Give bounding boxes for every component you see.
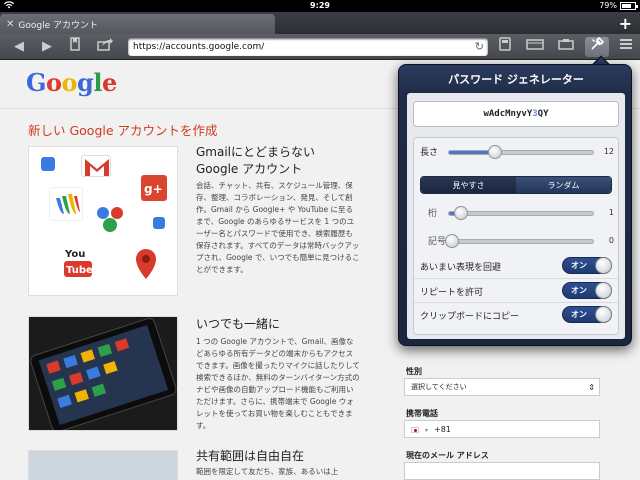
feature-title-2: いつでも一緒に — [196, 317, 281, 331]
reader-icon[interactable] — [494, 37, 516, 57]
feature-title-1: Gmailにとどまらない Google アカウント — [196, 145, 316, 176]
menu-icon[interactable] — [614, 37, 638, 57]
length-value: 12 — [603, 147, 614, 156]
battery-percent: 79% — [599, 1, 617, 10]
generated-password[interactable]: wAdcMnyvY3QY — [413, 101, 619, 127]
tabs-overview-icon[interactable] — [522, 37, 548, 57]
close-tab-icon[interactable]: ✕ — [6, 19, 14, 30]
phone-field[interactable]: ▾ +81 — [404, 420, 600, 438]
battery-indicator: 79% — [599, 1, 638, 10]
gmail-icon — [81, 155, 111, 177]
back-icon[interactable]: ◀ — [8, 37, 30, 57]
symbols-value: 0 — [608, 236, 614, 245]
symbols-slider[interactable] — [445, 234, 594, 248]
gender-label: 性別 — [406, 367, 422, 376]
digits-slider[interactable] — [448, 206, 594, 220]
phone-label: 携帯電話 — [406, 409, 438, 418]
wallet-icon — [49, 187, 83, 221]
gender-select[interactable]: 選択してください ⇕ — [404, 378, 600, 396]
avoid-ambiguous-label: あいまい表現を回避 — [420, 263, 502, 273]
sharing-image — [28, 450, 178, 480]
tab-google-account[interactable]: ✕ Google アカウント — [0, 14, 275, 34]
tools-icon[interactable] — [585, 36, 609, 57]
feature-body-3: 範囲を限定して友だち、家族、あるいは上 — [196, 467, 339, 476]
popover-content: wAdcMnyvY3QY 長さ 12 見やすさ ランダム 桁 1 記号 0 あい… — [407, 93, 625, 339]
address-bar[interactable]: https://accounts.google.com/ ↻ — [128, 38, 488, 56]
symbols-label: 記号 — [428, 237, 447, 247]
generator-options-panel: 長さ 12 見やすさ ランダム 桁 1 記号 0 あいまい表現を回避 オン リピ… — [413, 137, 619, 335]
popover-title: パスワード ジェネレーター — [448, 73, 584, 86]
google-logo[interactable]: Google — [26, 68, 117, 97]
length-slider-knob[interactable] — [488, 145, 502, 159]
google-plus-icon: g+ — [141, 175, 167, 201]
status-time: 9:29 — [310, 1, 330, 10]
avoid-ambiguous-toggle[interactable]: オン — [562, 257, 612, 274]
calendar-icon — [41, 157, 55, 171]
allow-repeat-toggle[interactable]: オン — [562, 282, 612, 299]
copy-clipboard-toggle[interactable]: オン — [562, 306, 612, 323]
new-tab-icon[interactable]: + — [619, 14, 632, 33]
japan-flag-icon[interactable] — [411, 426, 419, 433]
people-icon — [93, 201, 127, 235]
mode-segmented-control[interactable]: 見やすさ ランダム — [420, 176, 612, 194]
docs-icon — [153, 217, 165, 229]
password-generator-popover: パスワード ジェネレーター wAdcMnyvY3QY 長さ 12 見やすさ ラン… — [398, 64, 632, 346]
current-email-field[interactable] — [404, 462, 600, 480]
browser-toolbar: ◀ ▶ https://accounts.google.com/ ↻ — [0, 34, 640, 60]
current-email-label: 現在のメール アドレス — [406, 451, 489, 460]
url-text: https://accounts.google.com/ — [133, 42, 265, 52]
segment-readable[interactable]: 見やすさ — [421, 177, 516, 193]
length-label: 長さ — [420, 148, 439, 158]
toggle-row-avoid-ambiguous: あいまい表現を回避 オン — [414, 254, 618, 276]
page-title: 新しい Google アカウントを作成 — [28, 123, 218, 138]
toggle-row-copy-clipboard: クリップボードにコピー オン — [414, 302, 618, 324]
share-icon[interactable] — [94, 37, 116, 57]
copy-clipboard-label: クリップボードにコピー — [420, 312, 520, 322]
toggle-row-allow-repeat: リピートを許可 オン — [414, 278, 618, 300]
apps-collage-image: g+ You Tube — [28, 146, 178, 296]
feature-body-2: 1 つの Google アカウントで、Gmail、画像などあらゆる所有データどの… — [196, 337, 360, 430]
phone-tablet-image — [28, 316, 178, 431]
svg-text:Tube: Tube — [66, 265, 93, 276]
allow-repeat-label: リピートを許可 — [420, 288, 484, 298]
svg-text:g+: g+ — [144, 182, 163, 196]
maps-pin-icon — [133, 247, 159, 281]
segment-random[interactable]: ランダム — [516, 177, 611, 193]
digits-value: 1 — [608, 208, 614, 217]
digits-slider-knob[interactable] — [454, 206, 468, 220]
feature-title-3: 共有範囲は自由自在 — [196, 449, 305, 463]
svg-text:You: You — [64, 249, 85, 260]
tab-title: Google アカウント — [18, 20, 98, 31]
status-bar: 9:29 79% — [0, 0, 640, 12]
tab-bar: ✕ Google アカウント + — [0, 12, 640, 34]
youtube-icon: You Tube — [63, 245, 93, 281]
bookmarks-icon[interactable] — [64, 37, 86, 57]
digits-label: 桁 — [428, 209, 438, 219]
battery-icon — [620, 1, 638, 10]
feature-body-1: 会話、チャット、共有、スケジュール管理、保存、整理、コラボレーション、発見、そし… — [196, 181, 360, 274]
length-slider[interactable] — [448, 145, 594, 159]
downloads-icon[interactable] — [554, 37, 578, 57]
chevron-updown-icon: ⇕ — [588, 383, 595, 392]
reload-icon[interactable]: ↻ — [475, 38, 484, 56]
symbols-slider-knob[interactable] — [445, 234, 459, 248]
forward-icon[interactable]: ▶ — [36, 37, 58, 57]
